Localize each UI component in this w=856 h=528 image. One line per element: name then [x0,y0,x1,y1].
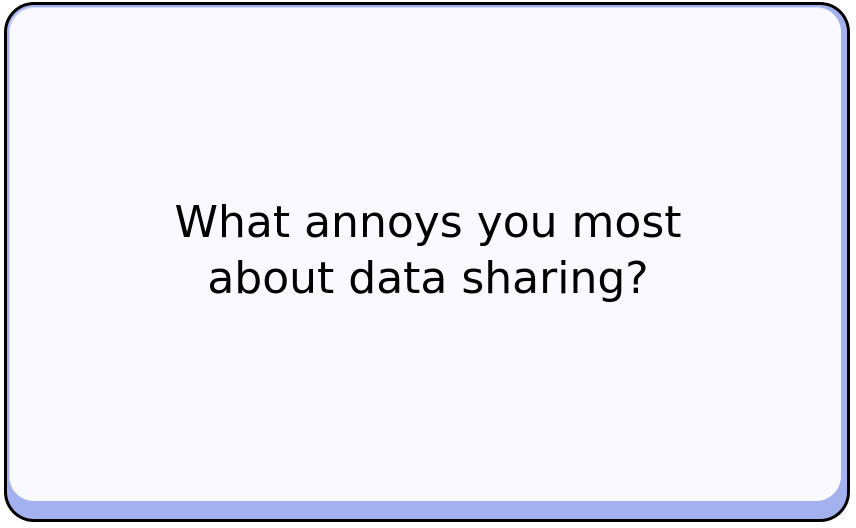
question-line-2: about data sharing? [207,253,649,304]
question-line-1: What annoys you most [174,197,682,248]
question-card: What annoys you most about data sharing? [0,0,856,528]
question-text: What annoys you most about data sharing? [0,195,856,307]
